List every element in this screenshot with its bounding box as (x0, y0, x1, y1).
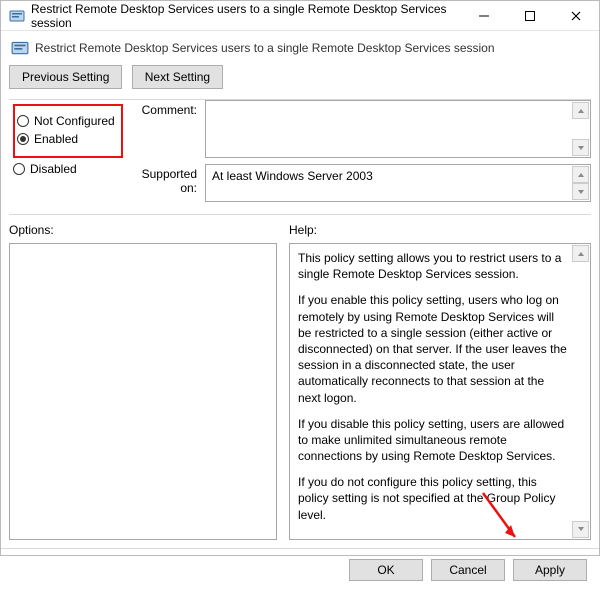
apply-button[interactable]: Apply (513, 559, 587, 581)
supported-label: Supported on: (127, 164, 205, 195)
supported-row: Supported on: At least Windows Server 20… (127, 164, 591, 202)
cancel-button[interactable]: Cancel (431, 559, 505, 581)
scroll-down-icon[interactable] (572, 183, 589, 200)
titlebar: Restrict Remote Desktop Services users t… (1, 1, 599, 31)
options-label: Options: (9, 223, 277, 237)
help-pane: Help: This policy setting allows you to … (289, 223, 591, 540)
lower-area: Options: Help: This policy setting allow… (1, 215, 599, 548)
radio-enabled[interactable]: Enabled (17, 132, 119, 146)
close-button[interactable] (553, 1, 599, 30)
policy-icon (9, 8, 25, 24)
help-box[interactable]: This policy setting allows you to restri… (289, 243, 591, 540)
fields-column: Comment: Supported on: At least Windows … (127, 100, 591, 208)
comment-label: Comment: (127, 100, 205, 117)
radio-icon (17, 133, 29, 145)
help-paragraph: If you disable this policy setting, user… (298, 416, 568, 465)
help-paragraph: If you do not configure this policy sett… (298, 474, 568, 523)
policy-header: Restrict Remote Desktop Services users t… (1, 31, 599, 61)
scroll-down-icon[interactable] (572, 521, 589, 538)
options-box[interactable] (9, 243, 277, 540)
radio-label: Enabled (34, 132, 78, 146)
previous-setting-button[interactable]: Previous Setting (9, 65, 122, 89)
policy-icon (11, 39, 29, 57)
state-column: Not Configured Enabled Disabled (9, 100, 127, 208)
minimize-button[interactable] (461, 1, 507, 30)
scroll-up-icon[interactable] (572, 166, 589, 183)
supported-value: At least Windows Server 2003 (212, 169, 373, 183)
radio-label: Disabled (30, 162, 77, 176)
radio-not-configured[interactable]: Not Configured (17, 114, 119, 128)
ok-button[interactable]: OK (349, 559, 423, 581)
nav-buttons: Previous Setting Next Setting (1, 61, 599, 99)
help-paragraph: This policy setting allows you to restri… (298, 250, 568, 282)
scroll-down-icon[interactable] (572, 139, 589, 156)
supported-textarea: At least Windows Server 2003 (205, 164, 591, 202)
help-paragraph: If you enable this policy setting, users… (298, 292, 568, 405)
radio-icon (17, 115, 29, 127)
comment-row: Comment: (127, 100, 591, 158)
scroll-up-icon[interactable] (572, 102, 589, 119)
comment-textarea[interactable] (205, 100, 591, 158)
radio-icon (13, 163, 25, 175)
radio-label: Not Configured (34, 114, 115, 128)
radio-disabled[interactable]: Disabled (13, 162, 123, 176)
config-area: Not Configured Enabled Disabled Comment:… (1, 100, 599, 214)
footer: OK Cancel Apply (1, 548, 599, 591)
scroll-up-icon[interactable] (572, 245, 589, 262)
window-title: Restrict Remote Desktop Services users t… (31, 2, 461, 30)
maximize-button[interactable] (507, 1, 553, 30)
next-setting-button[interactable]: Next Setting (132, 65, 223, 89)
options-pane: Options: (9, 223, 277, 540)
help-label: Help: (289, 223, 591, 237)
highlight-box: Not Configured Enabled (13, 104, 123, 158)
policy-title: Restrict Remote Desktop Services users t… (35, 41, 495, 55)
